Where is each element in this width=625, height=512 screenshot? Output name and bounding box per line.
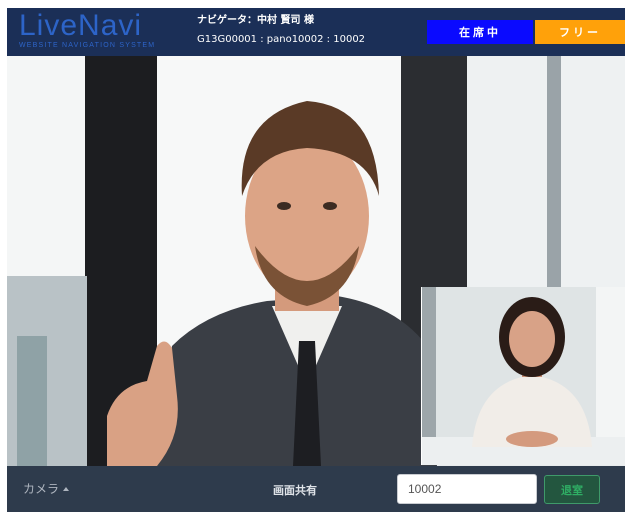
bottom-control-bar: カメラ 画面共有 退室 [7, 466, 625, 512]
header-bar: LiveNavi WEBSITE NAVIGATION SYSTEM ナビゲータ… [7, 8, 625, 56]
status-free-button[interactable]: フリー [535, 20, 625, 44]
navigator-ids: G13G00001 : pano10002 : 10002 [197, 34, 366, 45]
status-online-button[interactable]: 在席中 [427, 20, 533, 44]
camera-label: カメラ [23, 482, 60, 496]
caret-up-icon [63, 486, 70, 491]
screen-share-button[interactable]: 画面共有 [273, 482, 317, 498]
logo-wordmark: LiveNavi [19, 9, 143, 42]
room-id-input[interactable] [397, 474, 537, 504]
leave-room-button[interactable]: 退室 [544, 475, 600, 504]
camera-menu-button[interactable]: カメラ [23, 480, 70, 497]
livenavi-logo: LiveNavi WEBSITE NAVIGATION SYSTEM [19, 11, 189, 53]
navigator-name: ナビゲータ：中村 賢司 様 [197, 15, 314, 26]
logo-tagline: WEBSITE NAVIGATION SYSTEM [19, 42, 156, 49]
navigator-info: ナビゲータ：中村 賢司 様 G13G00001 : pano10002 : 10… [197, 14, 365, 47]
self-video-preview [421, 287, 625, 465]
